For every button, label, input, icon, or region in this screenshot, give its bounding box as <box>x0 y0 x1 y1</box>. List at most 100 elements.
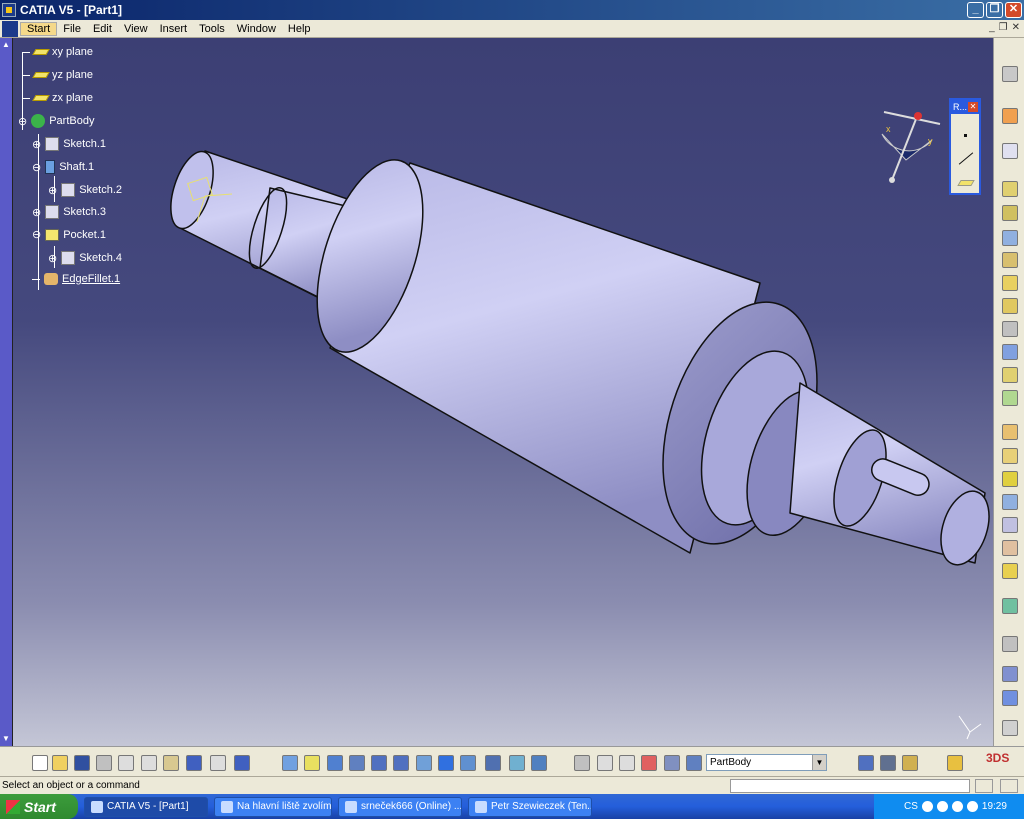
menu-view[interactable]: View <box>118 23 154 35</box>
expand-icon[interactable]: ⊕ <box>32 206 41 219</box>
select-arrow-icon[interactable] <box>1002 108 1018 124</box>
menu-window[interactable]: Window <box>231 23 282 35</box>
work-object-icon[interactable] <box>686 755 702 771</box>
tree-item-partbody[interactable]: ⊖ PartBody <box>18 114 94 128</box>
clock[interactable]: 19:29 <box>982 801 1007 812</box>
pad-icon[interactable] <box>1002 181 1018 197</box>
tree-item-shaft-1[interactable]: ⊖ Shaft.1 <box>32 160 94 174</box>
tree-item-zx-plane[interactable]: zx plane <box>22 92 93 104</box>
shaft-icon[interactable] <box>1002 230 1018 246</box>
normal-view-icon[interactable] <box>416 755 432 771</box>
shell-icon[interactable] <box>1002 494 1018 510</box>
network-icon[interactable] <box>936 801 948 812</box>
zoom-in-icon[interactable] <box>371 755 387 771</box>
compass-widget[interactable]: x y <box>876 102 946 187</box>
tray-expand-icon[interactable] <box>921 801 933 812</box>
remove-loft-icon[interactable] <box>1002 390 1018 406</box>
point-icon[interactable] <box>964 134 967 137</box>
menu-edit[interactable]: Edit <box>87 23 118 35</box>
slot-icon[interactable] <box>1002 321 1018 337</box>
zoom-out-icon[interactable] <box>393 755 409 771</box>
tree-item-sketch-4[interactable]: ⊕ Sketch.4 <box>48 251 122 265</box>
security-icon[interactable] <box>966 801 978 812</box>
thread-icon[interactable] <box>1002 540 1018 556</box>
maximize-button[interactable]: ❐ <box>986 2 1003 18</box>
tree-item-sketch-2[interactable]: ⊕ Sketch.2 <box>48 183 122 197</box>
edge-fillet-icon[interactable] <box>1002 424 1018 440</box>
tree-item-pocket-1[interactable]: ⊖ Pocket.1 <box>32 228 106 241</box>
tree-item-xy-plane[interactable]: xy plane <box>22 46 93 58</box>
multi-view-icon[interactable] <box>438 755 454 771</box>
swap-space-icon[interactable] <box>531 755 547 771</box>
pattern-icon[interactable] <box>1002 690 1018 706</box>
pocket-icon[interactable] <box>1002 205 1018 221</box>
measure-item-icon[interactable] <box>880 755 896 771</box>
expand-icon[interactable]: ⊕ <box>48 252 57 265</box>
taskbar-item-chat-2[interactable]: Petr Szewieczek (Ten... <box>468 796 592 817</box>
menu-tools[interactable]: Tools <box>193 23 231 35</box>
measure-between-icon[interactable] <box>858 755 874 771</box>
expand-icon[interactable]: ⊕ <box>32 138 41 151</box>
assemble-icon[interactable] <box>1002 666 1018 682</box>
measure-inertia-icon[interactable] <box>902 755 918 771</box>
menu-start[interactable]: Start <box>20 21 58 36</box>
toolbar-titlebar[interactable]: R... ✕ <box>951 100 979 114</box>
tree-item-sketch-3[interactable]: ⊕ Sketch.3 <box>32 205 106 219</box>
sketcher-icon[interactable] <box>1002 143 1018 159</box>
update-icon[interactable] <box>574 755 590 771</box>
gear-icon[interactable] <box>1002 66 1018 82</box>
hide-show-icon[interactable] <box>509 755 525 771</box>
constraint-icon[interactable] <box>641 755 657 771</box>
collapse-icon[interactable]: ⊖ <box>18 115 27 128</box>
pan-icon[interactable] <box>327 755 343 771</box>
expand-icon[interactable]: ⊕ <box>48 184 57 197</box>
groove-icon[interactable] <box>1002 252 1018 268</box>
catia-app-icon[interactable] <box>2 3 16 17</box>
collapse-icon[interactable]: ⊖ <box>32 161 41 174</box>
status-button-1[interactable] <box>975 779 993 793</box>
open-folder-icon[interactable] <box>52 755 68 771</box>
copy-icon[interactable] <box>141 755 157 771</box>
iso-view-icon[interactable] <box>460 755 476 771</box>
collapse-icon[interactable]: ⊖ <box>32 228 41 241</box>
whats-this-icon[interactable] <box>234 755 250 771</box>
solid-combine-icon[interactable] <box>1002 344 1018 360</box>
fit-all-icon[interactable] <box>304 755 320 771</box>
cut-icon[interactable] <box>118 755 134 771</box>
taskbar-item-document[interactable]: Na hlavní liště zvolím ... <box>214 796 332 817</box>
measure-values-icon[interactable] <box>619 755 635 771</box>
measure-icon[interactable] <box>1002 720 1018 736</box>
thickness-icon[interactable] <box>1002 517 1018 533</box>
reference-elements-toolbar[interactable]: R... ✕ <box>949 98 981 195</box>
document-icon[interactable] <box>2 20 18 37</box>
close-icon[interactable]: ✕ <box>968 102 978 112</box>
new-file-icon[interactable] <box>32 755 48 771</box>
axis-system-icon[interactable] <box>597 755 613 771</box>
volume-icon[interactable] <box>951 801 963 812</box>
language-indicator[interactable]: CS <box>904 801 918 812</box>
loft-icon[interactable] <box>1002 367 1018 383</box>
menu-help[interactable]: Help <box>282 23 317 35</box>
fly-mode-icon[interactable] <box>282 755 298 771</box>
doc-restore-button[interactable]: ❐ <box>999 22 1008 33</box>
close-button[interactable]: ✕ <box>1005 2 1022 18</box>
redo-icon[interactable] <box>210 755 226 771</box>
tree-item-yz-plane[interactable]: yz plane <box>22 69 93 81</box>
draft-icon[interactable] <box>1002 471 1018 487</box>
hole-icon[interactable] <box>1002 275 1018 291</box>
undo-icon[interactable] <box>186 755 202 771</box>
print-icon[interactable] <box>96 755 112 771</box>
start-button[interactable]: Start <box>0 794 78 819</box>
status-button-2[interactable] <box>1000 779 1018 793</box>
doc-close-button[interactable]: ✕ <box>1012 22 1020 33</box>
rotate-icon[interactable] <box>349 755 365 771</box>
plane-icon[interactable] <box>957 180 975 186</box>
doc-minimize-button[interactable]: _ <box>989 22 995 33</box>
chevron-down-icon[interactable]: ▼ <box>812 755 826 770</box>
line-icon[interactable] <box>958 152 974 165</box>
chamfer-icon[interactable] <box>1002 448 1018 464</box>
menu-insert[interactable]: Insert <box>154 23 194 35</box>
tree-item-sketch-1[interactable]: ⊕ Sketch.1 <box>32 137 106 151</box>
current-body-select[interactable]: PartBody ▼ <box>706 754 827 771</box>
rib-icon[interactable] <box>1002 298 1018 314</box>
